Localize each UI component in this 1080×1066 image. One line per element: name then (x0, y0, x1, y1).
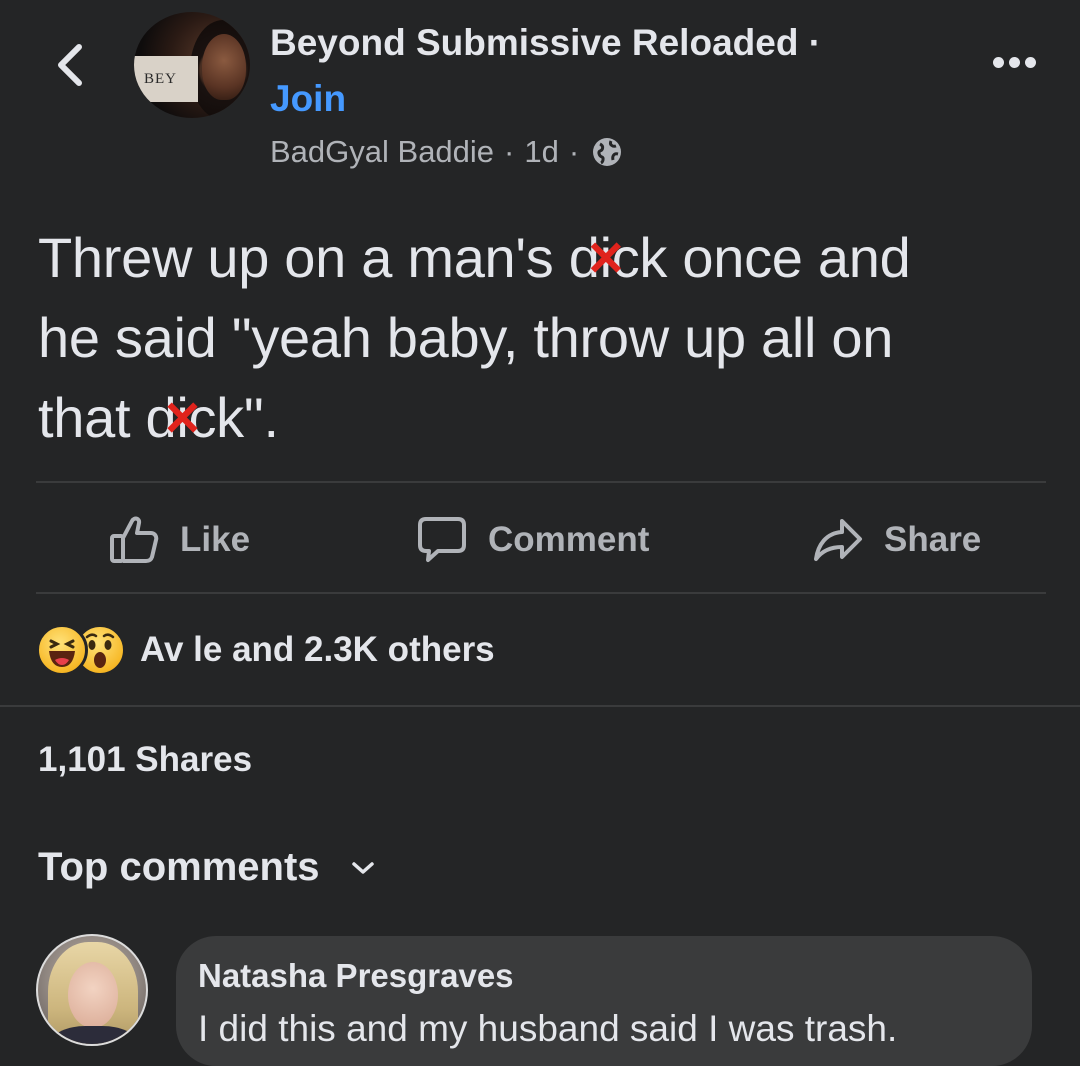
avatar-face (202, 34, 246, 100)
comment-bubble-icon (418, 517, 466, 562)
post-line-2: he said "yeah baby, throw up all on (38, 306, 894, 369)
chevron-left-icon (58, 44, 82, 86)
censored-letter: i ✕ (162, 386, 203, 449)
divider (36, 481, 1046, 483)
more-dot (1008, 56, 1020, 68)
censor-x-icon: ✕ (162, 392, 203, 446)
post-line-1: Threw up on a man's di ✕ ck once and (38, 218, 1058, 298)
divider (36, 592, 1046, 594)
commenter-avatar[interactable] (36, 934, 148, 1046)
post-line-3: that di ✕ ck". (38, 378, 1058, 458)
more-dot (992, 56, 1004, 68)
avatar-shirt (52, 1026, 136, 1044)
reactions-summary[interactable]: Av le and 2.3K others (36, 620, 495, 680)
share-label: Share (884, 520, 982, 559)
censor-x-icon: ✕ (585, 232, 626, 286)
globe-icon (591, 136, 623, 168)
author-name[interactable]: BadGyal Baddie (270, 134, 494, 170)
shares-count[interactable]: 1,101 Shares (38, 740, 252, 780)
group-logo-text: BEY (134, 56, 198, 102)
thumbs-up-icon (110, 516, 159, 563)
share-arrow-icon (814, 519, 862, 561)
top-comments-filter[interactable]: Top comments (38, 845, 376, 890)
like-label: Like (180, 520, 251, 559)
join-button[interactable]: Join (270, 78, 346, 120)
meta-separator: · (568, 134, 580, 169)
group-name[interactable]: Beyond Submissive Reloaded · (270, 22, 821, 64)
comment-text: I did this and my husband said I was tra… (198, 1008, 898, 1049)
back-button[interactable] (40, 30, 100, 100)
like-button[interactable]: Like (108, 512, 250, 568)
more-dot (1024, 56, 1036, 68)
more-options-icon[interactable] (984, 42, 1044, 82)
censored-letter: i ✕ (585, 226, 626, 289)
share-button[interactable]: Share (812, 512, 981, 568)
reactions-count: Av le and 2.3K others (140, 630, 495, 669)
meta-separator: · (504, 134, 515, 169)
comment-button[interactable]: Comment (416, 512, 649, 568)
chevron-down-icon (351, 861, 374, 874)
comment-label: Comment (488, 520, 650, 559)
divider (0, 705, 1080, 707)
group-avatar[interactable]: BEY (134, 12, 250, 118)
post-time[interactable]: 1d (524, 134, 558, 170)
haha-reaction-icon (36, 624, 88, 676)
avatar-face (68, 962, 118, 1028)
post-meta: BadGyal Baddie · 1d · (270, 134, 623, 170)
post-text: Threw up on a man's di ✕ ck once and he sa… (38, 218, 1058, 458)
comment-author[interactable]: Natasha Presgraves (198, 957, 514, 995)
top-comments-label: Top comments (38, 845, 320, 889)
